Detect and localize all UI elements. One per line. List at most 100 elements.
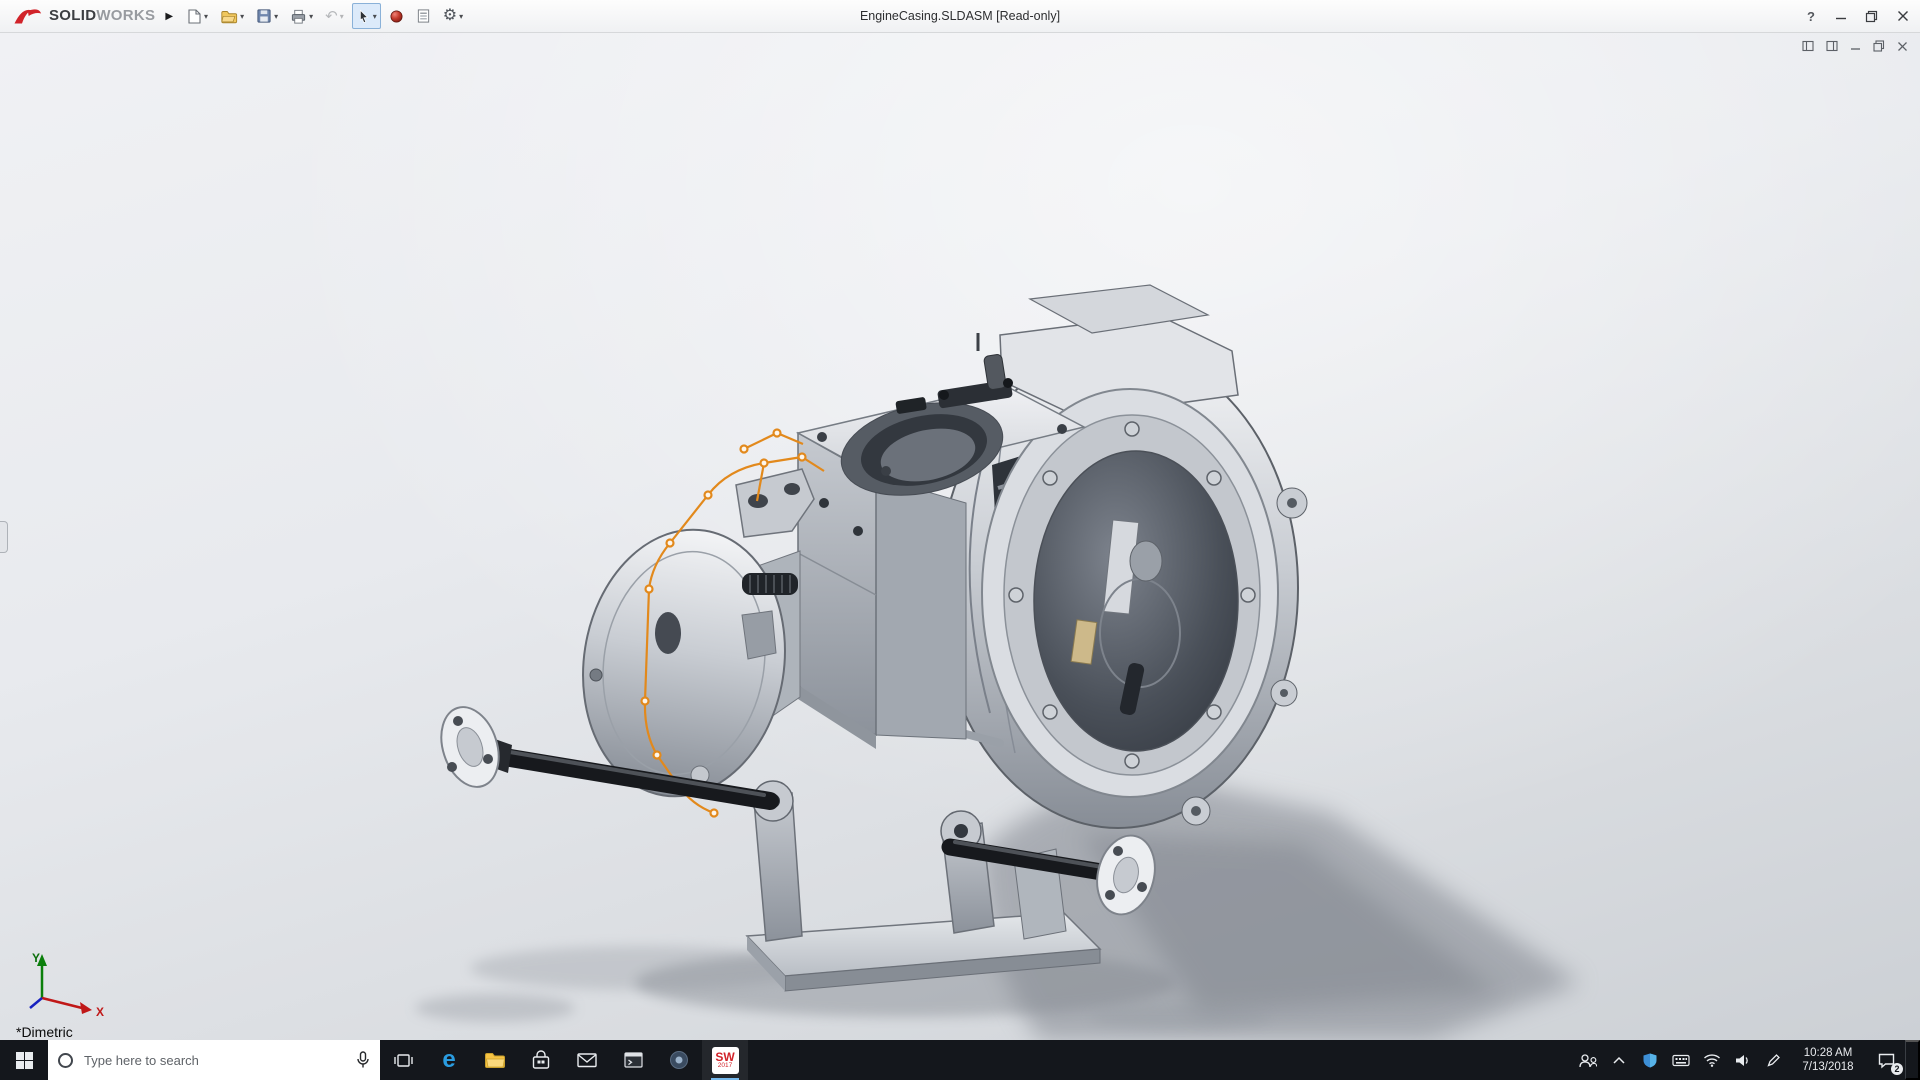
solidworks-logo[interactable]: SOLIDWORKS (0, 0, 163, 32)
security-shield-icon (1643, 1053, 1656, 1067)
ds-logo-icon (14, 9, 42, 24)
pen-button[interactable] (1758, 1040, 1789, 1080)
save-button[interactable]: ▾ (252, 3, 282, 29)
network-button[interactable] (1696, 1040, 1727, 1080)
notification-badge: 2 (1891, 1063, 1903, 1075)
titlebar: SOLIDWORKS ▶ ▾ ▾ ▾ ▾ ↶ ▾ ▾ ⚙ ▾ EngineCas… (0, 0, 1920, 33)
mail-icon (577, 1053, 597, 1068)
clock[interactable]: 10:28 AM 7/13/2018 (1789, 1040, 1867, 1080)
task-view-button[interactable] (380, 1040, 426, 1080)
chevron-up-icon (1612, 1056, 1625, 1064)
undo-dropdown[interactable]: ▾ (340, 12, 344, 21)
help-button[interactable]: ? (1796, 0, 1826, 32)
options-button[interactable]: ⚙ ▾ (439, 3, 467, 29)
rebuild-icon (390, 10, 403, 22)
file-properties-button[interactable] (412, 3, 435, 29)
doc-restore-icon (1873, 40, 1885, 52)
model-shadow (415, 773, 1580, 1040)
task-view-icon (393, 1053, 413, 1067)
microphone-icon[interactable] (356, 1051, 370, 1069)
menu-flyout-arrow[interactable]: ▶ (163, 11, 181, 22)
minimize-button[interactable] (1826, 0, 1856, 32)
edge-icon: e (442, 1046, 456, 1073)
new-document-button[interactable]: ▾ (181, 3, 212, 29)
taskbar-app-store[interactable] (518, 1040, 564, 1080)
system-tray: 10:28 AM 7/13/2018 2 (1572, 1040, 1920, 1080)
undo-icon: ↶ (325, 7, 338, 25)
solidworks-window: SOLIDWORKS ▶ ▾ ▾ ▾ ▾ ↶ ▾ ▾ ⚙ ▾ EngineCas… (0, 0, 1920, 1080)
print-dropdown[interactable]: ▾ (309, 12, 313, 21)
brand-works: WORKS (96, 7, 156, 24)
options-dropdown[interactable]: ▾ (459, 12, 463, 21)
doc-minimize-button[interactable] (1850, 41, 1861, 52)
taskbar-app-edge[interactable]: e (426, 1040, 472, 1080)
taskbar-app-mail[interactable] (564, 1040, 610, 1080)
brand-solid: SOLID (49, 7, 97, 24)
open-dropdown[interactable]: ▾ (240, 12, 244, 21)
open-icon (221, 11, 238, 24)
save-dropdown[interactable]: ▾ (274, 12, 278, 21)
file-properties-icon (417, 9, 429, 23)
save-icon (257, 9, 271, 23)
cortana-icon (58, 1052, 73, 1068)
engine-casing-model[interactable] (0, 33, 1920, 1040)
select-dropdown[interactable]: ▾ (373, 12, 377, 21)
dock-right-button[interactable] (1826, 40, 1838, 52)
taskbar-search[interactable] (48, 1040, 380, 1080)
doc-close-button[interactable] (1897, 41, 1908, 52)
taskbar-app-console[interactable] (610, 1040, 656, 1080)
doc-minimize-icon (1851, 47, 1860, 50)
select-button[interactable]: ▾ (351, 3, 381, 29)
restore-button[interactable] (1856, 0, 1886, 32)
gear-icon: ⚙ (442, 7, 458, 24)
start-button[interactable] (0, 1040, 48, 1080)
window-left-icon (1802, 40, 1814, 52)
taskbar-app-solidworks[interactable]: SW 2017 (702, 1040, 748, 1080)
taskbar: e (0, 1040, 1920, 1080)
show-hidden-icons-button[interactable] (1603, 1040, 1634, 1080)
window-controls: ? (1796, 0, 1920, 32)
sw-tile-label: SW (715, 1049, 735, 1064)
people-button[interactable] (1572, 1040, 1603, 1080)
rebuild-button[interactable] (385, 3, 408, 29)
doc-restore-button[interactable] (1873, 40, 1885, 52)
keyboard-icon (1671, 1054, 1690, 1066)
open-button[interactable]: ▾ (216, 3, 248, 29)
print-icon (291, 9, 306, 24)
round-app-icon (670, 1051, 688, 1069)
action-center-button[interactable]: 2 (1867, 1040, 1905, 1080)
sw-tile-year: 2017 (717, 1061, 733, 1069)
new-dropdown[interactable]: ▾ (204, 12, 208, 21)
defender-button[interactable] (1634, 1040, 1665, 1080)
show-desktop-button[interactable] (1905, 1040, 1920, 1080)
graphics-area[interactable]: Y X *Dimetric (0, 33, 1920, 1040)
dock-left-button[interactable] (1802, 40, 1814, 52)
wifi-icon (1703, 1054, 1720, 1067)
undo-button[interactable]: ↶ ▾ (321, 3, 348, 29)
close-button[interactable] (1886, 0, 1920, 32)
pen-icon (1767, 1053, 1780, 1067)
speaker-icon (1736, 1054, 1748, 1066)
select-cursor-icon (359, 8, 368, 23)
quick-access-toolbar: ▾ ▾ ▾ ▾ ↶ ▾ ▾ ⚙ ▾ (181, 3, 467, 29)
help-icon: ? (1807, 8, 1815, 24)
window-right-icon (1826, 40, 1838, 52)
volume-button[interactable] (1727, 1040, 1758, 1080)
axis-x-label: X (96, 1005, 104, 1019)
print-button[interactable]: ▾ (286, 3, 317, 29)
file-explorer-icon (485, 1053, 505, 1068)
console-window-icon (623, 1052, 643, 1068)
windows-logo-icon (15, 1051, 33, 1069)
keyboard-button[interactable] (1665, 1040, 1696, 1080)
document-title: EngineCasing.SLDASM [Read-only] (859, 9, 1061, 23)
new-document-icon (188, 8, 201, 24)
close-icon (1898, 11, 1908, 21)
solidworks-app-icon: SW 2017 (711, 1046, 739, 1074)
axis-y-label: Y (32, 951, 40, 965)
search-input[interactable] (82, 1051, 347, 1069)
store-bag-icon (532, 1050, 550, 1069)
taskbar-app-file-explorer[interactable] (472, 1040, 518, 1080)
minimize-icon (1836, 17, 1846, 20)
document-window-controls (1802, 40, 1908, 52)
taskbar-app-dark[interactable] (656, 1040, 702, 1080)
